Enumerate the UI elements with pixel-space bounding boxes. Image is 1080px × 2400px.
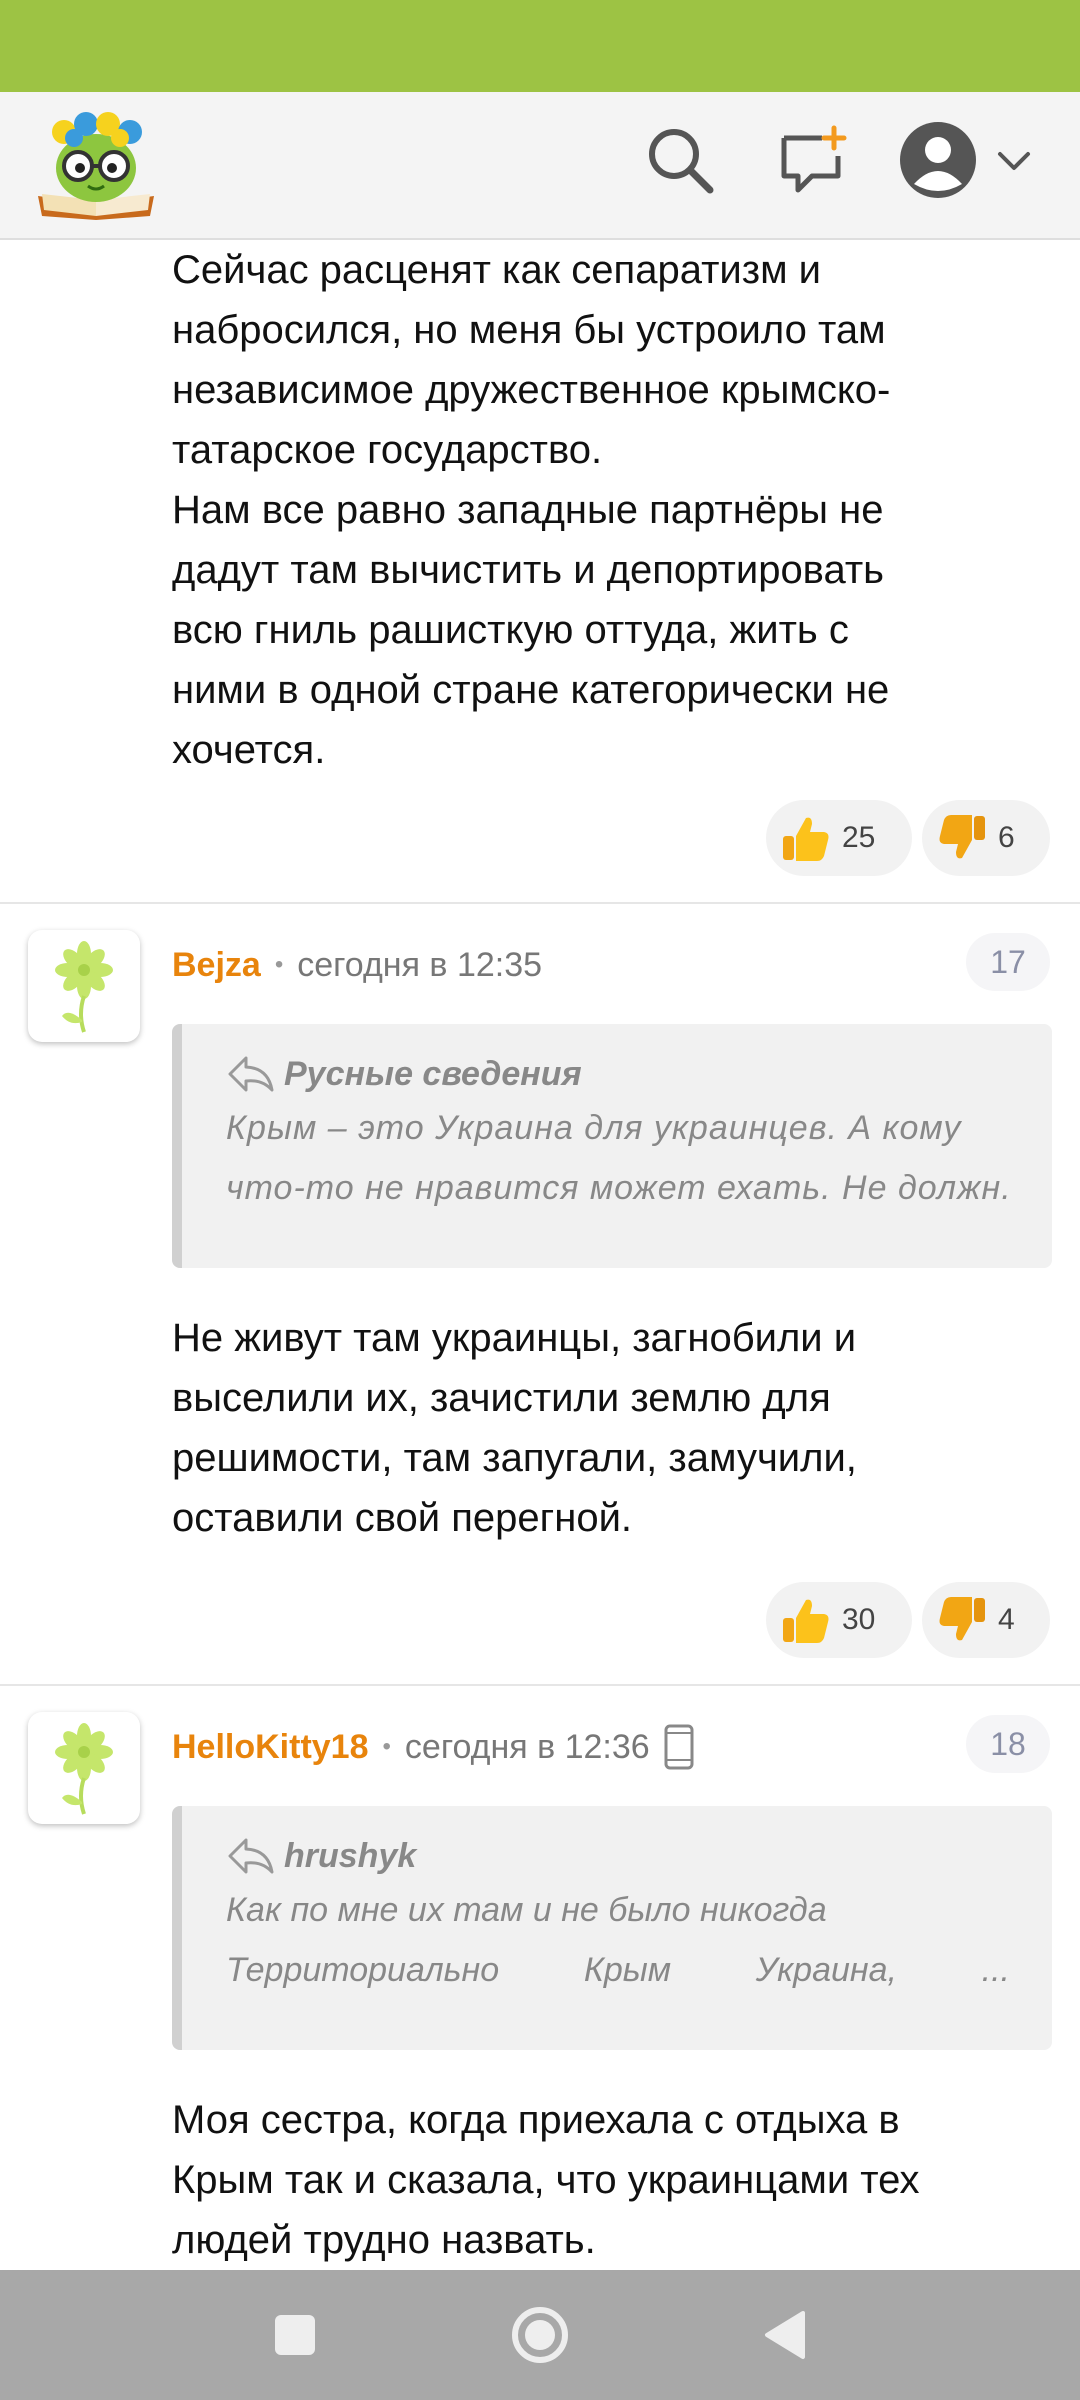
comment-author[interactable]: HelloKitty18 xyxy=(172,1728,369,1767)
reply-quote[interactable]: hrushyk Как по мне их там и не было нико… xyxy=(172,1806,1052,2050)
new-post-icon xyxy=(781,125,847,193)
comment-time: сегодня в 12:35 xyxy=(297,945,543,984)
comment-number[interactable]: 18 xyxy=(966,1715,1050,1773)
quote-author: Русные сведения xyxy=(284,1055,582,1093)
divider xyxy=(0,1684,1080,1686)
mobile-device-icon xyxy=(664,1724,694,1770)
reply-arrow-icon xyxy=(228,1056,274,1092)
comment-time: сегодня в 12:36 xyxy=(404,1727,650,1766)
comment-text: Сейчас расценят как сепаратизм и наброси… xyxy=(172,248,891,772)
square-icon xyxy=(275,2315,315,2355)
avatar-icon xyxy=(900,122,976,198)
quote-line: Как по мне их там и не было никогда xyxy=(226,1891,827,1929)
comments-feed: Сейчас расценят как сепаратизм и наброси… xyxy=(0,240,1080,2270)
vote-row: 30 4 xyxy=(766,1582,1050,1658)
divider xyxy=(0,902,1080,904)
app-header xyxy=(0,92,1080,240)
status-bar xyxy=(0,0,1080,92)
like-count: 30 xyxy=(842,1603,876,1636)
thumbs-up-icon xyxy=(783,817,829,861)
quote-line: Крым – это Украина для украинцев. А кому xyxy=(226,1109,962,1147)
like-button[interactable]: 25 xyxy=(766,800,912,876)
avatar[interactable] xyxy=(28,930,140,1042)
comment-text: Не живут там украинцы, загнобили и высел… xyxy=(172,1316,857,1540)
comment-author[interactable]: Bejza xyxy=(172,946,261,985)
search-button[interactable] xyxy=(640,120,720,200)
reply-quote[interactable]: Русные сведения Крым – это Украина для у… xyxy=(172,1024,1052,1268)
comment-meta: Bejza • сегодня в 12:35 xyxy=(172,935,542,995)
thumbs-down-icon xyxy=(939,1597,985,1641)
site-logo[interactable] xyxy=(34,108,158,220)
avatar[interactable] xyxy=(28,1712,140,1824)
like-button[interactable]: 30 xyxy=(766,1582,912,1658)
comment-number[interactable]: 17 xyxy=(966,933,1050,991)
system-nav-bar xyxy=(0,2270,1080,2400)
thumbs-up-icon xyxy=(783,1599,829,1643)
dislike-count: 4 xyxy=(998,1603,1015,1636)
comment-meta: HelloKitty18 • сегодня в 12:36 xyxy=(172,1717,694,1777)
circle-icon xyxy=(512,2307,568,2363)
home-button[interactable] xyxy=(500,2295,580,2375)
quote-line: Территориально Крым Украина, ... xyxy=(226,1951,1010,1989)
search-icon xyxy=(649,129,714,194)
separator-dot: • xyxy=(382,1733,391,1760)
like-count: 25 xyxy=(842,821,876,854)
profile-menu-button[interactable] xyxy=(898,120,1036,200)
back-triangle-icon xyxy=(765,2311,805,2359)
back-button[interactable] xyxy=(745,2295,825,2375)
thumbs-down-icon xyxy=(939,815,985,859)
dislike-button[interactable]: 6 xyxy=(922,800,1050,876)
vote-row: 25 6 xyxy=(766,800,1050,876)
quote-line: что-то не нравится может ехать. Не должн… xyxy=(226,1169,1010,1207)
flower-avatar-icon xyxy=(55,941,113,1033)
quote-author: hrushyk xyxy=(284,1837,417,1875)
new-post-button[interactable] xyxy=(772,120,852,200)
dislike-button[interactable]: 4 xyxy=(922,1582,1050,1658)
comment-text: Моя сестра, когда приехала с отдыха в Кр… xyxy=(172,2098,920,2262)
recent-apps-button[interactable] xyxy=(255,2295,335,2375)
dislike-count: 6 xyxy=(998,821,1015,854)
separator-dot: • xyxy=(274,951,284,978)
flower-avatar-icon xyxy=(55,1723,113,1815)
chevron-down-icon xyxy=(998,152,1030,170)
reply-arrow-icon xyxy=(228,1838,274,1874)
